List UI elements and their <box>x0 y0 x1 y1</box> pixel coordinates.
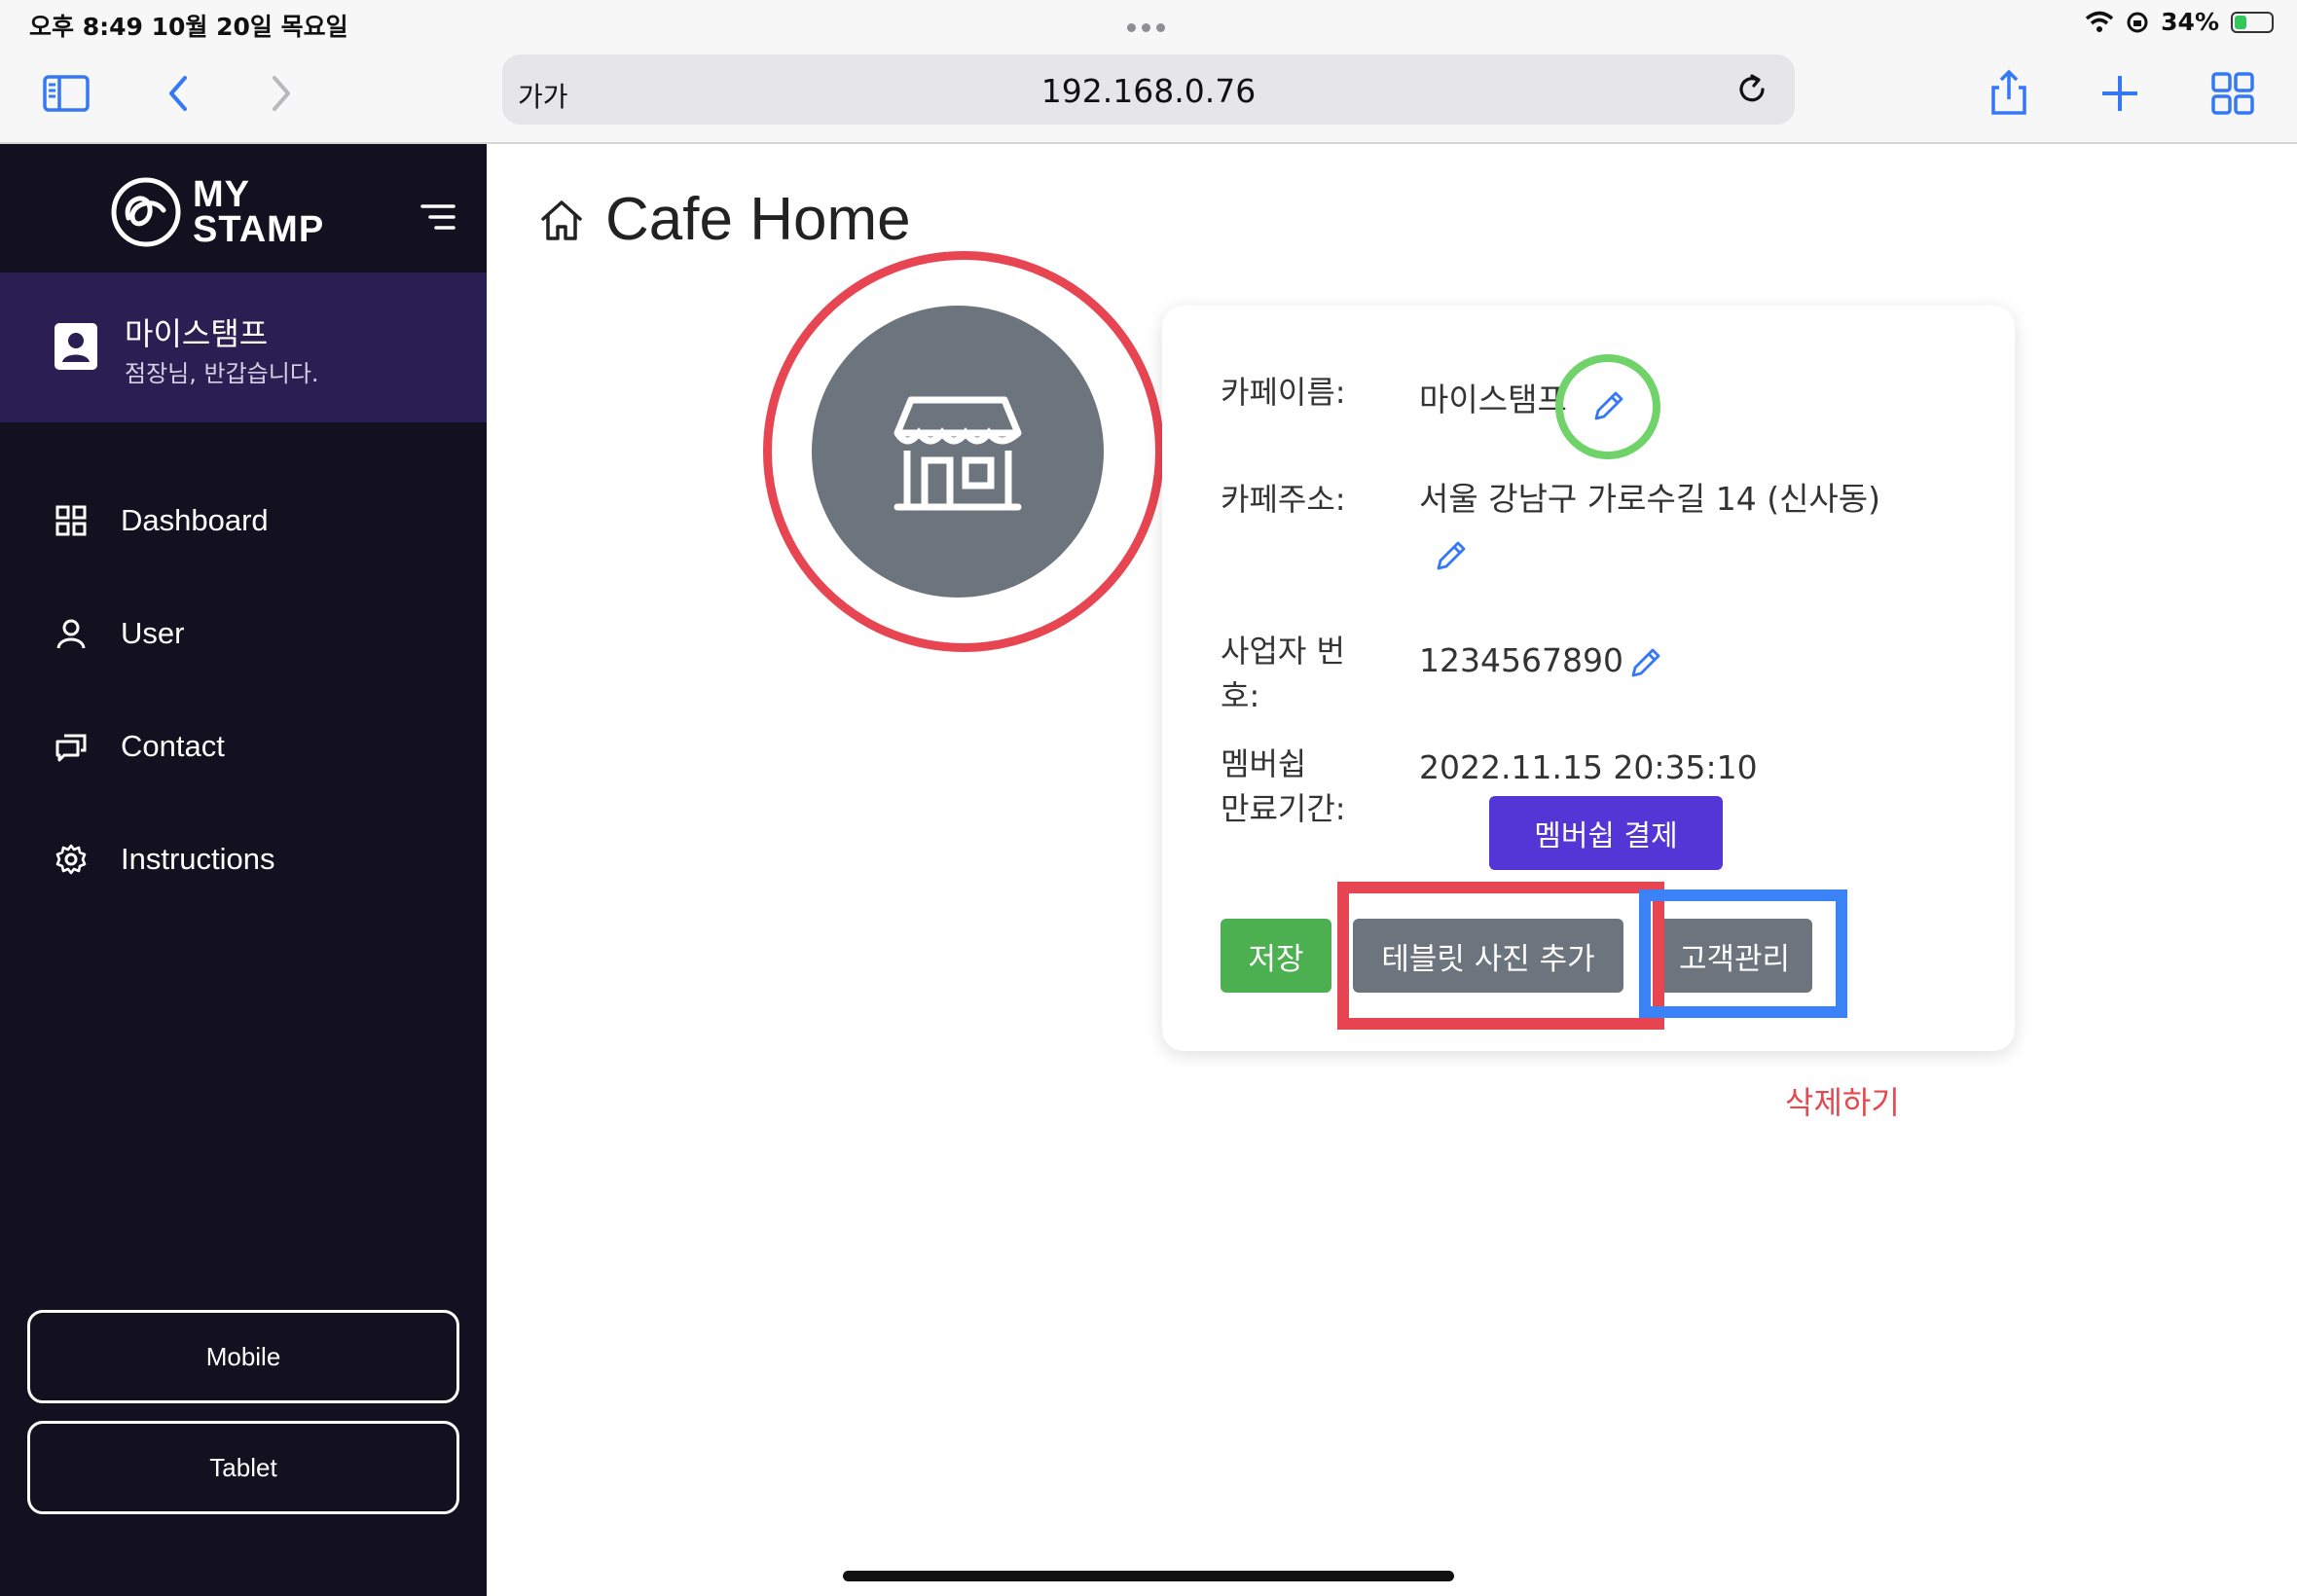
mystamp-logo-icon <box>111 177 181 247</box>
nav-item-user[interactable]: User <box>55 609 184 658</box>
nav-item-dashboard[interactable]: Dashboard <box>55 496 269 545</box>
annotation-blue-box <box>1639 889 1847 1018</box>
page-title: Cafe Home <box>537 185 911 254</box>
battery-percent: 34% <box>2161 8 2219 36</box>
cafe-image[interactable] <box>812 306 1104 598</box>
nav-item-contact[interactable]: Contact <box>55 722 225 771</box>
save-button[interactable]: 저장 <box>1221 919 1331 993</box>
address-label: 카페주소: <box>1221 481 1346 518</box>
back-icon[interactable] <box>152 66 206 121</box>
tab-overview-icon[interactable] <box>2206 66 2260 121</box>
mobile-button[interactable]: Mobile <box>27 1310 459 1403</box>
cafe-name-value: 마이스탬프 <box>1419 381 1567 418</box>
edit-address-pencil-icon[interactable] <box>1433 537 1470 574</box>
membership-expiry-value: 2022.11.15 20:35:10 <box>1419 748 1758 786</box>
page-title-text: Cafe Home <box>605 186 911 253</box>
chat-icon <box>55 734 87 762</box>
url-text[interactable]: 192.168.0.76 <box>502 72 1795 110</box>
address-bar[interactable]: 가가 192.168.0.76 <box>502 54 1795 125</box>
edit-name-pencil-icon[interactable] <box>1590 387 1627 424</box>
tablet-button[interactable]: Tablet <box>27 1421 459 1514</box>
logo-text-line1: MY <box>193 174 250 215</box>
new-tab-icon[interactable] <box>2093 66 2147 121</box>
sidebar: MY STAMP 마이스탬프 점장님, 반갑습니다. Dashboard Use… <box>0 144 487 1596</box>
profile-panel: 마이스탬프 점장님, 반갑습니다. <box>0 272 487 422</box>
multitasking-dots-icon[interactable] <box>1127 18 1171 36</box>
nav-label: Instructions <box>121 842 275 876</box>
logo-text-line2: STAMP <box>193 209 325 250</box>
cafe-name-label: 카페이름: <box>1221 374 1346 411</box>
store-icon <box>893 396 1022 511</box>
membership-pay-button[interactable]: 멤버쉽 결제 <box>1489 796 1723 870</box>
gear-icon <box>55 844 87 875</box>
orientation-lock-icon <box>2127 12 2148 32</box>
annotation-red-box <box>1337 882 1664 1030</box>
nav-item-instructions[interactable]: Instructions <box>55 835 275 884</box>
nav-label: Dashboard <box>121 503 269 537</box>
forward-icon[interactable] <box>253 66 308 121</box>
nav-label: User <box>121 616 185 650</box>
delete-link[interactable]: 삭제하기 <box>1785 1078 1900 1123</box>
address-value: 서울 강남구 가로수길 14 (신사동) <box>1419 480 1881 518</box>
profile-name: 마이스탬프 <box>125 315 269 352</box>
wifi-icon <box>2086 11 2114 32</box>
home-icon <box>541 200 582 240</box>
reload-icon[interactable] <box>1732 70 1771 109</box>
share-icon[interactable] <box>1982 66 2036 121</box>
status-bar: 오후 8:49 10월 20일 목요일 34% <box>0 0 2297 45</box>
profile-greeting: 점장님, 반갑습니다. <box>125 360 319 387</box>
grid-icon <box>55 505 87 536</box>
home-indicator[interactable] <box>843 1571 1454 1581</box>
status-time-date: 오후 8:49 10월 20일 목요일 <box>29 13 348 41</box>
membership-expiry-label: 멤버쉽 만료기간: <box>1221 745 1346 827</box>
brand-logo[interactable]: MY STAMP <box>109 175 324 249</box>
business-number-value: 1234567890 <box>1419 641 1623 679</box>
edit-business-number-pencil-icon[interactable] <box>1627 644 1664 681</box>
sidebar-toggle-icon[interactable] <box>39 66 93 121</box>
business-number-label: 사업자 번 호: <box>1221 633 1345 714</box>
browser-toolbar: 가가 192.168.0.76 <box>0 45 2297 144</box>
menu-toggle-icon[interactable] <box>420 202 456 232</box>
profile-card-icon <box>55 323 97 370</box>
user-icon <box>56 619 86 649</box>
nav-label: Contact <box>121 729 225 763</box>
battery-icon <box>2231 11 2274 33</box>
